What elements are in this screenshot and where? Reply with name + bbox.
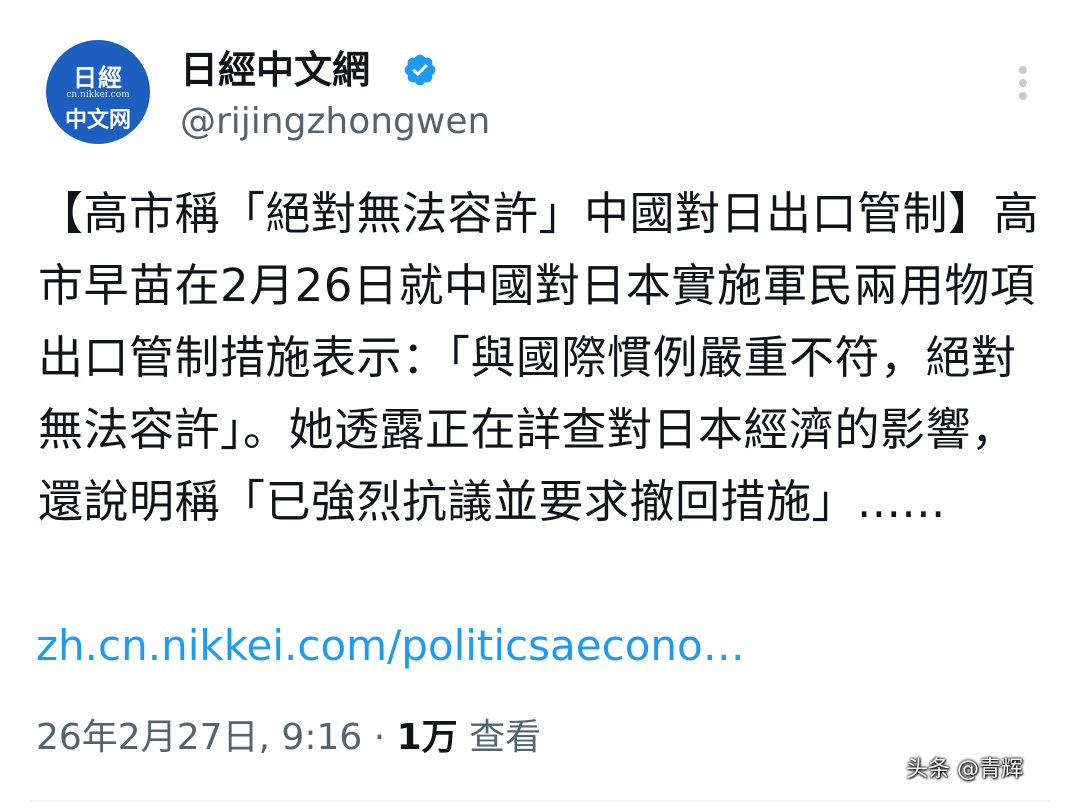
meta-separator: · xyxy=(373,717,386,758)
tweet-text: 【高市稱「絕對無法容許」中國對日出口管制】高市早苗在2月26日就中國對日本實施軍… xyxy=(38,187,1040,528)
more-dot-icon xyxy=(1019,79,1027,87)
avatar[interactable]: 日經 cn.nikkei.com 中文网 xyxy=(46,40,150,144)
account-handle[interactable]: @rijingzhongwen xyxy=(180,98,490,146)
more-dot-icon xyxy=(1019,92,1027,100)
avatar-logo-url: cn.nikkei.com xyxy=(66,90,130,100)
avatar-logo-top: 日經 xyxy=(73,63,123,92)
watermark: 头条 @青辉 xyxy=(906,757,1023,782)
more-dot-icon xyxy=(1019,66,1027,74)
tweet-link[interactable]: zh.cn.nikkei.com/politicsaecono… xyxy=(36,616,745,676)
views-count: 1万 xyxy=(396,717,458,758)
tweet-timestamp[interactable]: 26年2月27日, 9:16 xyxy=(36,717,362,758)
verified-badge-icon xyxy=(404,54,436,86)
avatar-logo-bottom: 中文网 xyxy=(64,107,131,133)
tweet-meta: 26年2月27日, 9:16 · 1万 查看 xyxy=(36,712,541,764)
display-name[interactable]: 日經中文網 xyxy=(180,44,370,96)
more-options-icon[interactable] xyxy=(1008,66,1038,106)
views-label: 查看 xyxy=(469,717,542,758)
divider xyxy=(30,800,1050,802)
